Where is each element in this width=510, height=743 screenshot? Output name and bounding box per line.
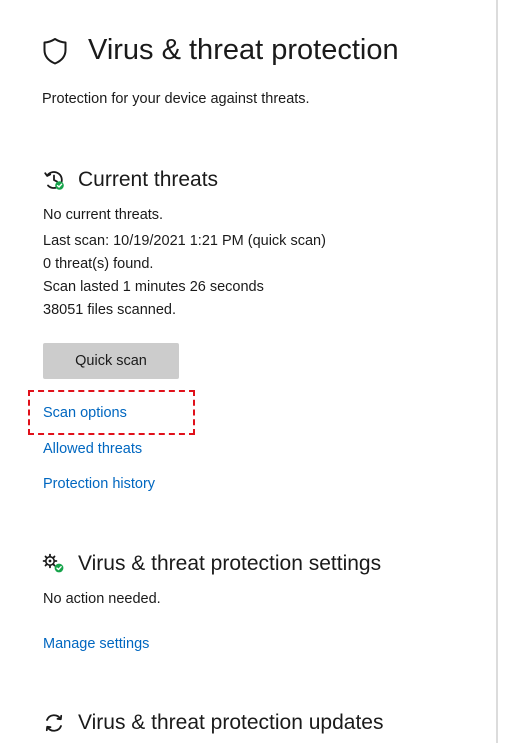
gear-check-icon [42, 553, 66, 575]
current-threats-heading: Current threats [42, 168, 218, 192]
allowed-threats-link[interactable]: Allowed threats [43, 441, 142, 457]
files-scanned-text: 38051 files scanned. [43, 302, 177, 318]
page-header: Virus & threat protection [42, 34, 399, 67]
last-scan-text: Last scan: 10/19/2021 1:21 PM (quick sca… [43, 233, 326, 249]
threats-found-text: 0 threat(s) found. [43, 256, 154, 272]
clock-refresh-icon [42, 169, 66, 191]
threat-status-text: No current threats. [43, 207, 164, 223]
shield-icon [42, 37, 68, 65]
scan-options-link[interactable]: Scan options [43, 405, 127, 421]
settings-heading: Virus & threat protection settings [42, 552, 381, 576]
quick-scan-button[interactable]: Quick scan [43, 343, 179, 379]
updates-heading: Virus & threat protection updates [42, 711, 383, 735]
manage-settings-link[interactable]: Manage settings [43, 636, 149, 652]
settings-status-text: No action needed. [43, 591, 161, 607]
window-edge-divider [496, 0, 498, 743]
scan-duration-text: Scan lasted 1 minutes 26 seconds [43, 279, 264, 295]
refresh-icon [42, 712, 66, 734]
protection-history-link[interactable]: Protection history [43, 476, 155, 492]
page-subtitle: Protection for your device against threa… [42, 91, 310, 107]
updates-title: Virus & threat protection updates [78, 711, 384, 734]
settings-title: Virus & threat protection settings [78, 552, 382, 575]
page-title: Virus & threat protection [88, 34, 399, 66]
current-threats-title: Current threats [78, 168, 219, 191]
